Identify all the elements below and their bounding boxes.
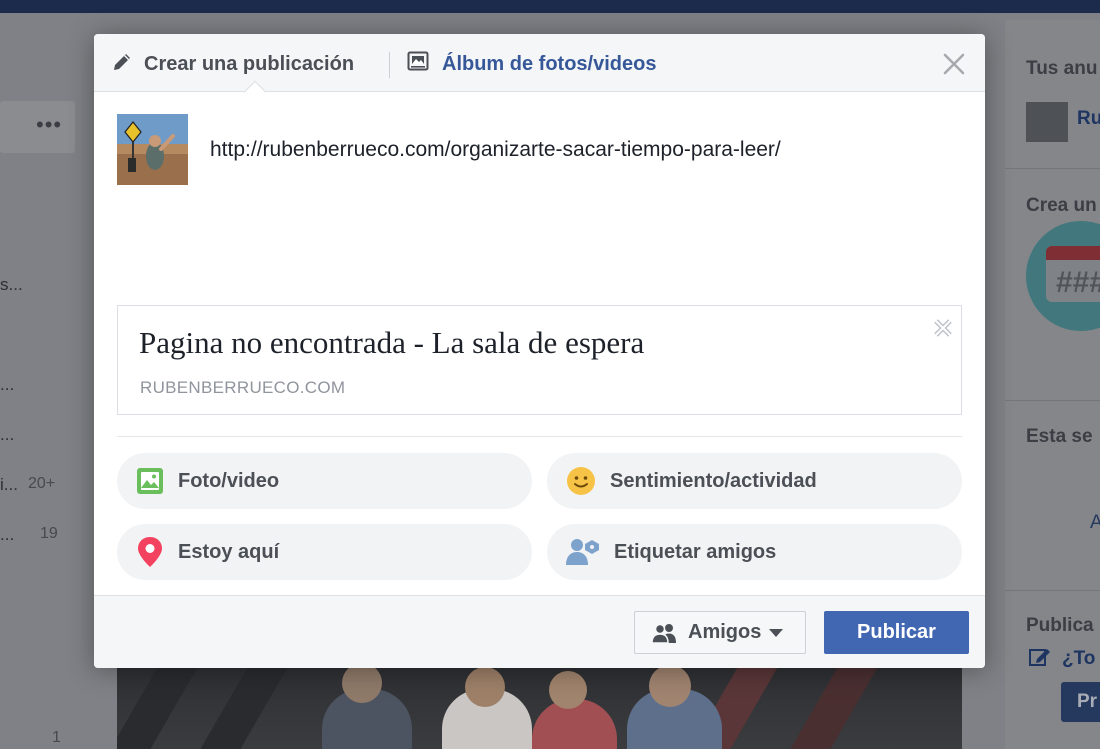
feeling-activity-label: Sentimiento/actividad (610, 469, 817, 492)
photo-album-icon (407, 51, 429, 78)
publish-button[interactable]: Publicar (824, 611, 969, 654)
dialog-header: Crear una publicación Álbum de fotos/vid… (94, 34, 985, 92)
link-preview-card[interactable]: Pagina no encontrada - La sala de espera… (117, 305, 962, 415)
tag-friends-label: Etiquetar amigos (614, 540, 777, 563)
close-icon (943, 53, 965, 75)
check-in-button[interactable]: Estoy aquí (117, 524, 532, 580)
photo-video-label: Foto/video (178, 469, 280, 492)
right-sidebar-letter: A (1090, 512, 1100, 533)
divider (1005, 400, 1100, 401)
check-in-label: Estoy aquí (178, 540, 280, 563)
location-pin-icon (138, 537, 162, 567)
right-sidebar-title: Publica (1026, 615, 1094, 636)
background-count: 1 (52, 729, 61, 746)
tab-photo-album-label: Álbum de fotos/videos (442, 52, 657, 75)
right-sidebar-thumbnail (1026, 102, 1068, 142)
more-options-icon: ••• (36, 112, 63, 137)
right-sidebar-title: Crea un (1026, 195, 1097, 216)
dialog-footer: Amigos Publicar (94, 595, 985, 668)
background-left-item: ... (0, 525, 15, 544)
feed-photo (117, 657, 962, 749)
remove-preview-button[interactable] (933, 318, 953, 338)
tab-create-post-label: Crear una publicación (144, 52, 355, 75)
tag-friends-button[interactable]: Etiquetar amigos (547, 524, 962, 580)
feeling-activity-button[interactable]: Sentimiento/actividad (547, 453, 962, 509)
tag-friends-icon (566, 539, 599, 565)
link-preview-title: Pagina no encontrada - La sala de espera (139, 325, 645, 360)
close-icon (934, 319, 952, 337)
avatar[interactable] (117, 114, 188, 185)
background-left-item: i... (0, 475, 18, 494)
divider (1005, 590, 1100, 591)
edit-icon (1029, 647, 1051, 667)
right-sidebar-button: Pr (1061, 682, 1100, 722)
divider (117, 436, 962, 437)
header-divider (389, 52, 390, 78)
audience-selector-button[interactable]: Amigos (634, 611, 806, 654)
audience-label: Amigos (688, 621, 762, 643)
divider (1005, 168, 1100, 169)
friends-icon (652, 623, 676, 643)
background-left-item: ... (0, 425, 15, 444)
smiley-icon (567, 467, 595, 495)
calendar-grid: ### (1056, 266, 1100, 299)
right-sidebar-title: Esta se (1026, 426, 1093, 447)
top-navigation-bar (0, 0, 1100, 13)
background-count: 20+ (28, 475, 56, 492)
calendar-icon: ### (1046, 246, 1100, 302)
create-post-dialog: Crear una publicación Álbum de fotos/vid… (94, 34, 985, 668)
chevron-down-icon (769, 628, 784, 637)
tab-create-post[interactable]: Crear una publicación (112, 51, 354, 77)
close-dialog-button[interactable] (940, 50, 968, 78)
tab-photo-album[interactable]: Álbum de fotos/videos (407, 51, 656, 77)
background-count: 19 (40, 525, 58, 542)
photo-video-button[interactable]: Foto/video (117, 453, 532, 509)
link-preview-domain: RUBENBERRUECO.COM (140, 378, 346, 397)
photo-icon (137, 468, 163, 494)
pencil-icon (112, 52, 132, 77)
right-sidebar-title: Tus anu (1026, 58, 1098, 79)
right-sidebar-link: Ru (1077, 108, 1100, 129)
background-left-item: ... (0, 375, 15, 394)
right-sidebar-question: ¿To (1062, 648, 1096, 669)
post-text-input[interactable]: http://rubenberrueco.com/organizarte-sac… (210, 138, 950, 162)
background-left-item: s... (0, 275, 23, 294)
